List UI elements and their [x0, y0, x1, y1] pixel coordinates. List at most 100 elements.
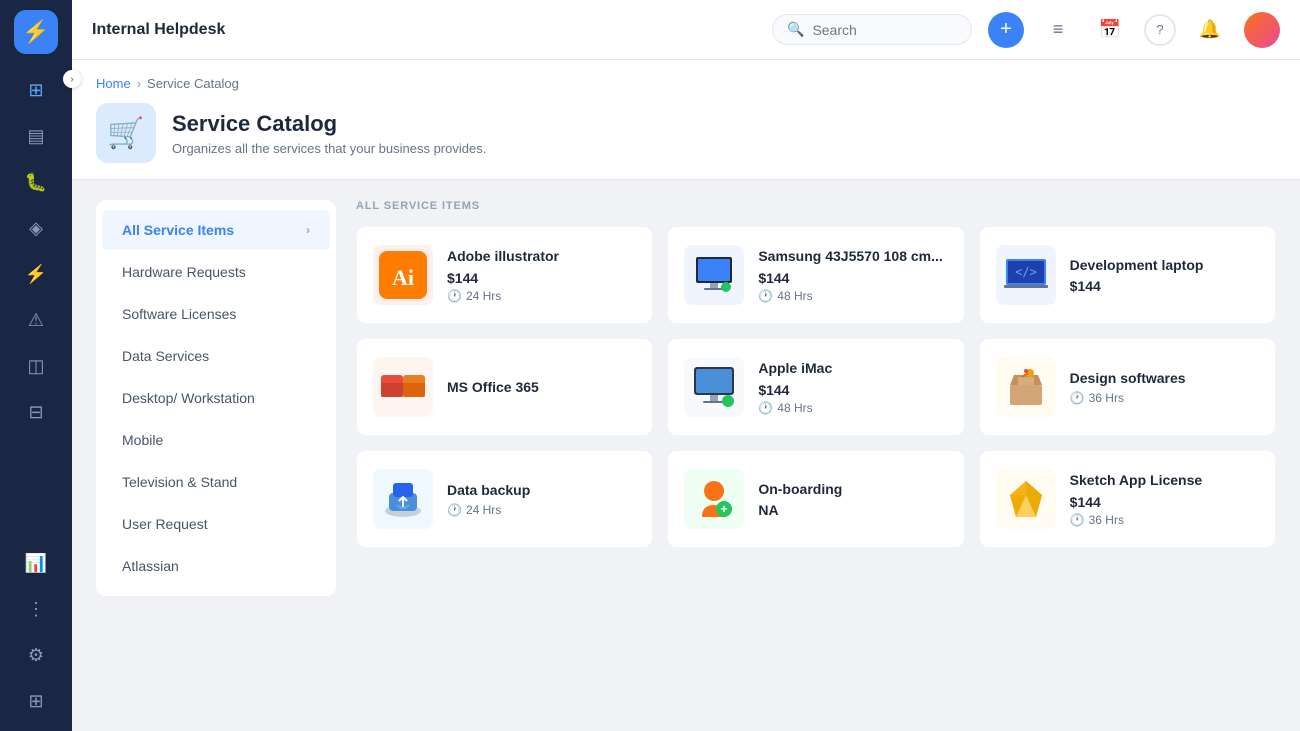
catalog-card-data-backup[interactable]: Data backup 🕐 24 Hrs: [356, 450, 653, 548]
app-logo[interactable]: ⚡: [14, 10, 58, 54]
card-time: 24 Hrs: [466, 289, 501, 303]
card-time: 24 Hrs: [466, 503, 501, 517]
nav-chevron-icon: ›: [306, 223, 310, 237]
body-layout: All Service Items › Hardware Requests So…: [72, 180, 1300, 731]
catalog-area: ALL SERVICE ITEMS Ai Adobe illustrator $…: [356, 200, 1276, 731]
card-name: Adobe illustrator: [447, 247, 636, 265]
card-time: 36 Hrs: [1089, 391, 1124, 405]
help-icon-btn[interactable]: ?: [1144, 14, 1176, 46]
nav-item-desktop-workstation[interactable]: Desktop/ Workstation: [102, 378, 330, 418]
catalog-heading: ALL SERVICE ITEMS: [356, 200, 1276, 212]
catalog-card-design-softwares[interactable]: Design softwares 🕐 36 Hrs: [979, 338, 1276, 436]
catalog-card-onboarding[interactable]: + On-boarding NA: [667, 450, 964, 548]
nav-item-atlassian[interactable]: Atlassian: [102, 546, 330, 586]
card-name: MS Office 365: [447, 378, 636, 396]
nav-item-mobile[interactable]: Mobile: [102, 420, 330, 460]
sidebar-icon-warning[interactable]: ⚠: [16, 300, 56, 340]
page-header-band: Home › Service Catalog 🛒 Service Catalog…: [72, 60, 1300, 180]
bell-icon-btn[interactable]: 🔔: [1192, 12, 1228, 48]
nav-item-television-stand[interactable]: Television & Stand: [102, 462, 330, 502]
sidebar-icon-contacts[interactable]: ⊟: [16, 392, 56, 432]
breadcrumb-home[interactable]: Home: [96, 76, 131, 91]
nav-label: Mobile: [122, 432, 163, 448]
clock-icon: 🕐: [447, 503, 462, 517]
card-name: Design softwares: [1070, 369, 1259, 387]
nav-label: Hardware Requests: [122, 264, 246, 280]
card-meta: 🕐 48 Hrs: [758, 401, 947, 415]
breadcrumb: Home › Service Catalog: [96, 76, 1276, 91]
card-price: $144: [758, 270, 947, 286]
left-nav: All Service Items › Hardware Requests So…: [96, 200, 336, 596]
card-meta: 🕐 24 Hrs: [447, 289, 636, 303]
page-title-row: 🛒 Service Catalog Organizes all the serv…: [96, 103, 1276, 163]
nav-label: All Service Items: [122, 222, 234, 238]
sidebar-icon-bug[interactable]: 🐛: [16, 162, 56, 202]
card-info: Samsung 43J5570 108 cm... $144 🕐 48 Hrs: [758, 247, 947, 302]
sidebar-icon-layers[interactable]: ◫: [16, 346, 56, 386]
catalog-card-ms-office[interactable]: MS Office 365: [356, 338, 653, 436]
catalog-card-sketch-app[interactable]: Sketch App License $144 🕐 36 Hrs: [979, 450, 1276, 548]
development-laptop-icon: </>: [996, 245, 1056, 305]
card-time: 48 Hrs: [777, 401, 812, 415]
onboarding-icon: +: [684, 469, 744, 529]
card-time: 36 Hrs: [1089, 513, 1124, 527]
sidebar-icon-bolt[interactable]: ⚡: [16, 254, 56, 294]
sidebar-icon-grid[interactable]: ⊞: [16, 681, 56, 721]
ms-office-icon: [373, 357, 433, 417]
card-name: On-boarding: [758, 480, 947, 498]
card-time: 48 Hrs: [777, 289, 812, 303]
nav-item-user-request[interactable]: User Request: [102, 504, 330, 544]
card-info: MS Office 365: [447, 378, 636, 396]
main-area: Internal Helpdesk 🔍 + ≡ 📅 ? 🔔 Home › Ser…: [72, 0, 1300, 731]
content-wrapper: Home › Service Catalog 🛒 Service Catalog…: [72, 60, 1300, 731]
card-meta: 🕐 48 Hrs: [758, 289, 947, 303]
sidebar-expand-btn[interactable]: ›: [63, 70, 81, 88]
page-title: Service Catalog: [172, 111, 486, 137]
card-name: Data backup: [447, 481, 636, 499]
search-bar[interactable]: 🔍: [772, 14, 972, 45]
card-meta: 🕐 36 Hrs: [1070, 513, 1259, 527]
app-title: Internal Helpdesk: [92, 21, 756, 39]
nav-item-data-services[interactable]: Data Services: [102, 336, 330, 376]
sidebar-icon-chart[interactable]: 📊: [16, 543, 56, 583]
catalog-grid: Ai Adobe illustrator $144 🕐 24 Hrs: [356, 226, 1276, 548]
card-meta: 🕐 36 Hrs: [1070, 391, 1259, 405]
page-title-block: Service Catalog Organizes all the servic…: [172, 111, 486, 156]
catalog-card-samsung[interactable]: Samsung 43J5570 108 cm... $144 🕐 48 Hrs: [667, 226, 964, 324]
nav-label: Desktop/ Workstation: [122, 390, 255, 406]
clock-icon: 🕐: [1070, 513, 1085, 527]
sidebar: ⚡ › ⊞ ▤ 🐛 ◈ ⚡ ⚠ ◫ ⊟ 📊 ⋮ ⚙ ⊞: [0, 0, 72, 731]
add-button[interactable]: +: [988, 12, 1024, 48]
breadcrumb-separator: ›: [137, 76, 141, 91]
card-name: Sketch App License: [1070, 471, 1259, 489]
sidebar-icon-settings[interactable]: ⚙: [16, 635, 56, 675]
nav-item-all-service-items[interactable]: All Service Items ›: [102, 210, 330, 250]
card-meta: 🕐 24 Hrs: [447, 503, 636, 517]
clock-icon: 🕐: [758, 401, 773, 415]
list-icon-btn[interactable]: ≡: [1040, 12, 1076, 48]
user-avatar[interactable]: [1244, 12, 1280, 48]
svg-text:</>: </>: [1015, 265, 1037, 279]
sidebar-icon-inbox[interactable]: ▤: [16, 116, 56, 156]
calendar-icon-btn[interactable]: 📅: [1092, 12, 1128, 48]
catalog-card-adobe-illustrator[interactable]: Ai Adobe illustrator $144 🕐 24 Hrs: [356, 226, 653, 324]
samsung-monitor-icon: [684, 245, 744, 305]
sidebar-icon-shield[interactable]: ◈: [16, 208, 56, 248]
nav-item-software-licenses[interactable]: Software Licenses: [102, 294, 330, 334]
search-input[interactable]: [812, 22, 952, 38]
page-icon: 🛒: [96, 103, 156, 163]
search-icon: 🔍: [787, 21, 804, 38]
svg-text:Ai: Ai: [392, 265, 414, 290]
clock-icon: 🕐: [758, 289, 773, 303]
design-softwares-icon: [996, 357, 1056, 417]
card-price: $144: [447, 270, 636, 286]
card-price: $144: [1070, 494, 1259, 510]
sidebar-icon-more[interactable]: ⋮: [16, 589, 56, 629]
nav-label: User Request: [122, 516, 208, 532]
page-subtitle: Organizes all the services that your bus…: [172, 141, 486, 156]
catalog-card-dev-laptop[interactable]: </> Development laptop $144: [979, 226, 1276, 324]
adobe-illustrator-icon: Ai: [373, 245, 433, 305]
sidebar-icon-home[interactable]: ⊞: [16, 70, 56, 110]
nav-item-hardware-requests[interactable]: Hardware Requests: [102, 252, 330, 292]
catalog-card-apple-imac[interactable]: Apple iMac $144 🕐 48 Hrs: [667, 338, 964, 436]
